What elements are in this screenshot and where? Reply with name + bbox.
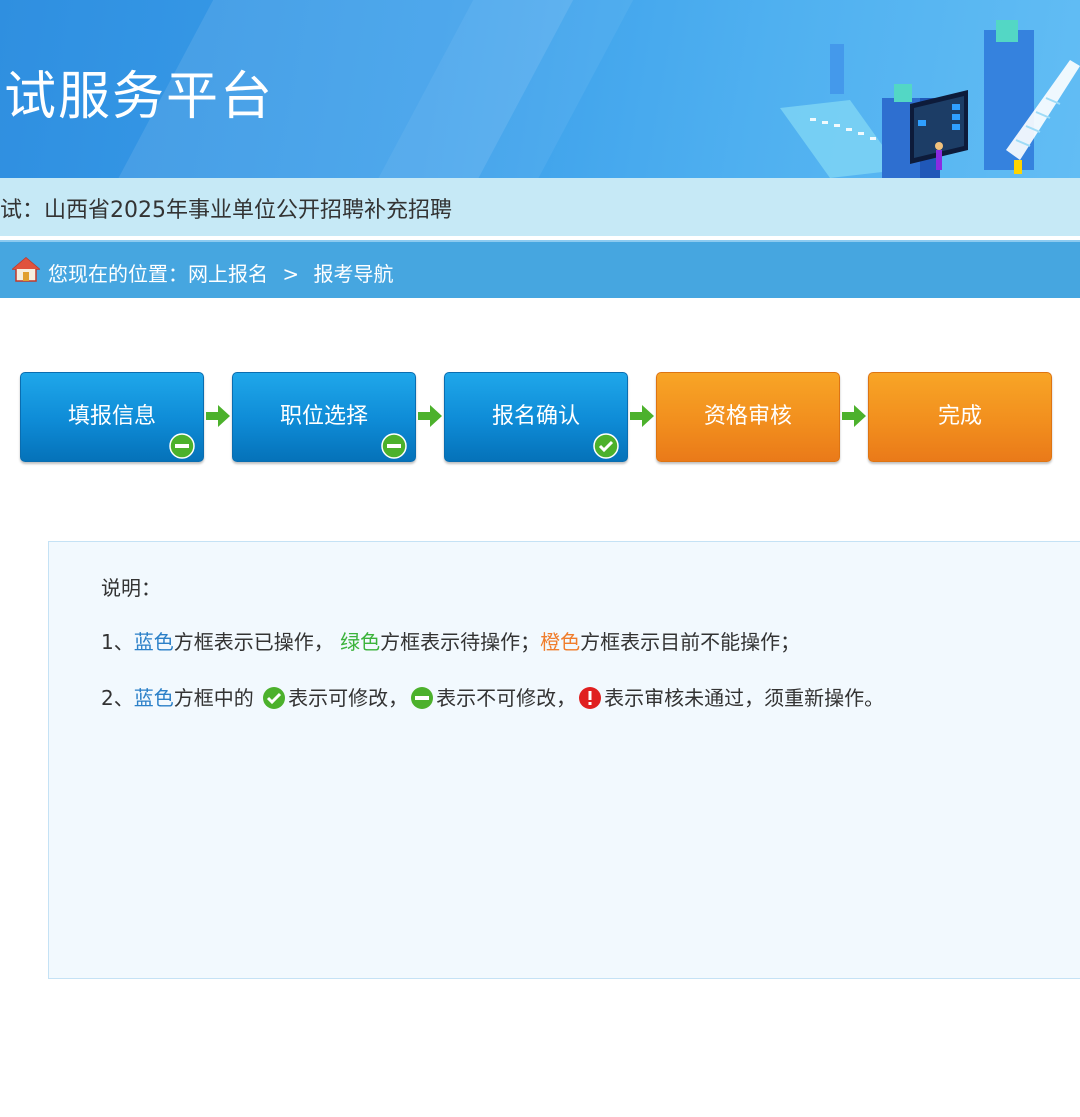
home-icon xyxy=(12,257,40,282)
legend-orange-label: 橙色 xyxy=(540,630,581,654)
legend-text: 方框中的 xyxy=(173,686,254,710)
step-label: 职位选择 xyxy=(279,404,368,429)
step-select-position-button[interactable]: 职位选择 xyxy=(232,372,416,462)
header-banner: 试服务平台 xyxy=(0,0,1080,178)
minus-icon xyxy=(411,687,434,709)
arrow-right-icon xyxy=(842,405,866,427)
breadcrumb-item-exam-navigation: 报考导航 xyxy=(313,262,394,286)
legend-line-2: 2、蓝色方框中的 表示可修改， 表示不可修改， 表示审核未通过，须重新操作。 xyxy=(101,682,884,711)
legend-green-label: 绿色 xyxy=(340,630,381,654)
legend-text: 方框表示待操作； xyxy=(380,630,541,654)
step-fill-info-button[interactable]: 填报信息 xyxy=(20,372,204,462)
step-label: 完成 xyxy=(937,404,982,429)
check-icon xyxy=(593,433,619,459)
legend-blue-label: 蓝色 xyxy=(133,630,174,654)
step-confirm-registration-button[interactable]: 报名确认 xyxy=(444,372,628,462)
breadcrumb: 您现在的位置：网上报名 > 报考导航 xyxy=(0,240,1080,298)
legend-text: 表示可修改， xyxy=(288,686,409,710)
breadcrumb-text: 您现在的位置：网上报名 > 报考导航 xyxy=(48,258,393,287)
legend-number: 1、 xyxy=(101,630,134,654)
banner-illustration xyxy=(780,20,1080,178)
breadcrumb-item-online-registration[interactable]: 网上报名 xyxy=(188,262,268,286)
legend-text: 表示审核未通过，须重新操作。 xyxy=(604,686,885,710)
legend-text: 方框表示目前不能操作； xyxy=(580,630,801,654)
arrow-right-icon xyxy=(206,405,230,427)
arrow-right-icon xyxy=(630,405,654,427)
step-label: 报名确认 xyxy=(491,404,580,429)
registration-steps: 填报信息 职位选择 报名确认 资格审核 完成 xyxy=(20,372,1060,464)
legend-panel: 说明： 1、蓝色方框表示已操作， 绿色方框表示待操作；橙色方框表示目前不能操作；… xyxy=(48,541,1080,979)
exam-info-bar: 试：山西省2025年事业单位公开招聘补充招聘 xyxy=(0,178,1080,238)
minus-icon xyxy=(169,433,195,459)
exam-name: 试：山西省2025年事业单位公开招聘补充招聘 xyxy=(0,198,452,223)
error-icon xyxy=(579,687,602,709)
legend-text: 表示不可修改， xyxy=(436,686,577,710)
check-icon xyxy=(263,687,286,709)
legend-number: 2、 xyxy=(101,686,134,710)
step-qualification-review-button[interactable]: 资格审核 xyxy=(656,372,840,462)
step-label: 资格审核 xyxy=(703,404,792,429)
step-complete-button[interactable]: 完成 xyxy=(868,372,1052,462)
step-label: 填报信息 xyxy=(67,404,156,429)
legend-text: 方框表示已操作， xyxy=(173,630,334,654)
minus-icon xyxy=(381,433,407,459)
legend-blue-label: 蓝色 xyxy=(133,686,174,710)
legend-line-1: 1、蓝色方框表示已操作， 绿色方框表示待操作；橙色方框表示目前不能操作； xyxy=(101,626,800,655)
arrow-right-icon xyxy=(418,405,442,427)
legend-title: 说明： xyxy=(101,576,161,600)
breadcrumb-prefix: 您现在的位置： xyxy=(48,262,188,286)
platform-title: 试服务平台 xyxy=(4,67,275,127)
breadcrumb-separator: > xyxy=(282,262,300,286)
